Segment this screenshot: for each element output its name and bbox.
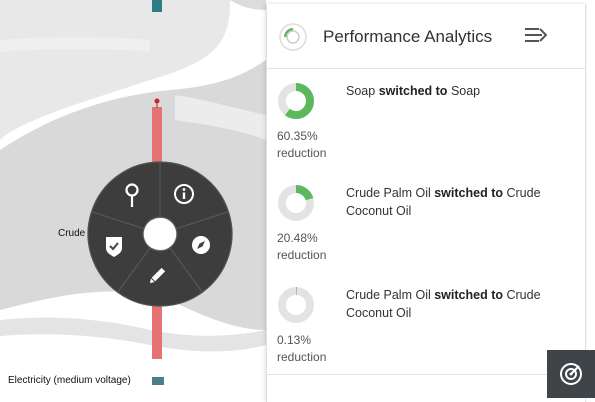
node-pin-dot <box>154 98 160 104</box>
node-label-crude: Crude <box>58 228 86 239</box>
electricity-node[interactable] <box>152 377 164 385</box>
reduction-value: 0.13% reduction <box>277 333 327 364</box>
reduction-value: 60.35% reduction <box>277 129 327 160</box>
panel-divider <box>267 374 585 375</box>
reduction-value: 20.48% reduction <box>277 231 327 262</box>
reduction-ring-chart <box>278 185 314 221</box>
target-icon <box>560 363 582 385</box>
flow-band <box>230 0 266 10</box>
switch-description: Soap switched to Soap <box>346 84 481 98</box>
reduction-ring-chart <box>278 287 314 323</box>
analytics-item[interactable]: 60.35% reduction Soap switched to Soap <box>267 82 585 182</box>
analytics-fab-button[interactable] <box>547 350 595 398</box>
app-logo-icon <box>279 23 307 51</box>
compass-icon <box>192 236 210 254</box>
top-node[interactable] <box>152 0 162 12</box>
switch-description: Crude Palm Oil switched to Crude Coconut… <box>346 288 541 320</box>
collapse-menu-icon[interactable] <box>525 26 547 44</box>
radial-menu-center <box>144 218 176 250</box>
ring-track <box>278 287 314 323</box>
panel-title: Performance Analytics <box>323 27 493 46</box>
panel-header: Performance Analytics <box>267 4 585 69</box>
radial-menu <box>87 161 233 307</box>
analytics-item[interactable]: 20.48% reduction Crude Palm Oil switched … <box>267 184 585 284</box>
performance-analytics-panel: Performance Analytics 60.35% reduction So… <box>266 4 586 402</box>
analytics-item[interactable]: 0.13% reduction Crude Palm Oil switched t… <box>267 286 585 386</box>
node-label-electricity: Electricity (medium voltage) <box>8 375 131 386</box>
switch-description: Crude Palm Oil switched to Crude Coconut… <box>346 186 541 218</box>
reduction-ring-chart <box>278 83 314 119</box>
